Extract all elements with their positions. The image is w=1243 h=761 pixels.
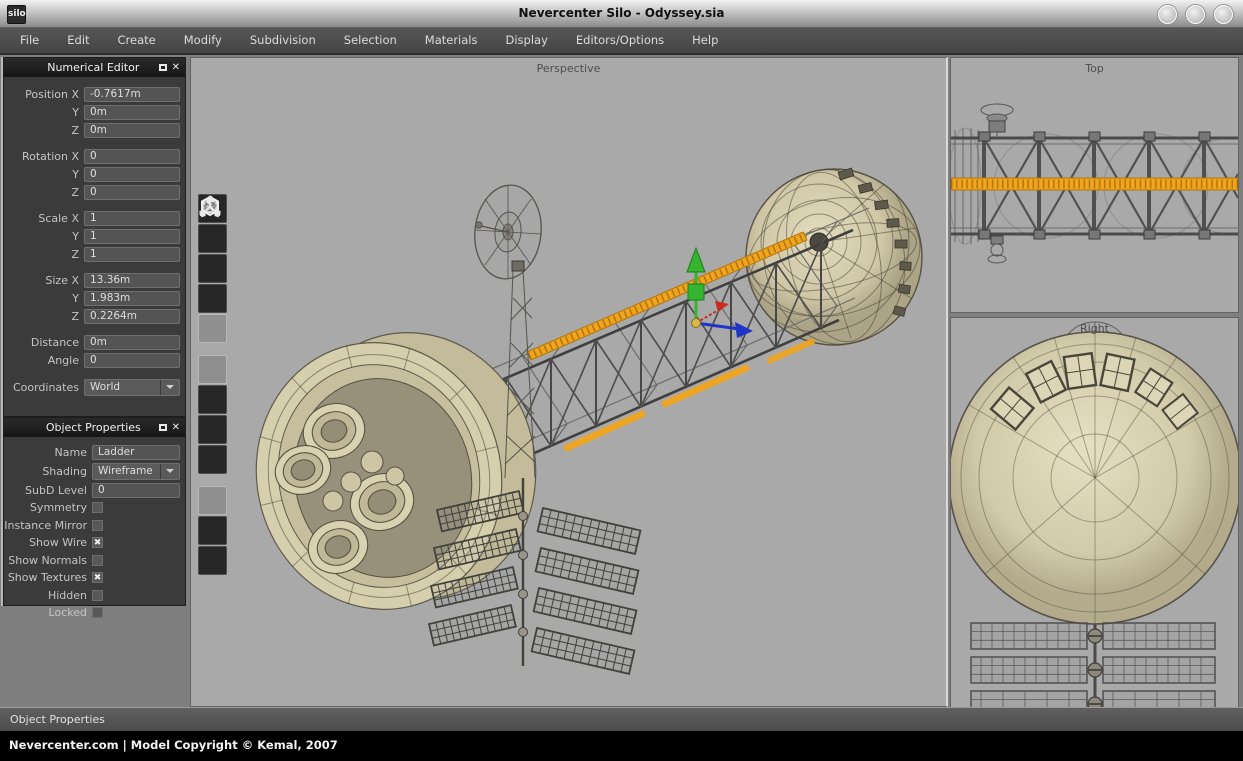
maximize-button[interactable] — [1186, 5, 1205, 24]
size-x-field[interactable]: 13.36m — [84, 273, 180, 288]
menu-materials[interactable]: Materials — [411, 28, 492, 53]
select-rect-button[interactable] — [198, 516, 227, 545]
spaceship-model-right — [951, 318, 1238, 707]
hidden-checkbox[interactable] — [92, 590, 103, 601]
title-bar[interactable]: silo Nevercenter Silo - Odyssey.sia — [0, 0, 1243, 28]
solar-panels-right-view — [971, 623, 1215, 707]
footer-text: Nevercenter.com | Model Copyright © Kema… — [9, 738, 338, 752]
position-y-field[interactable]: 0m — [84, 105, 180, 120]
tool-scale-button[interactable] — [198, 415, 227, 444]
ladder-top-view — [951, 178, 1238, 190]
tool-rotate-button[interactable] — [198, 385, 227, 414]
select-object-button[interactable] — [198, 284, 227, 313]
rotation-y-field[interactable]: 0 — [84, 167, 180, 182]
close-button[interactable] — [1214, 5, 1233, 24]
show-wire-checkbox[interactable]: ✖ — [92, 537, 103, 548]
viewport-toolbar — [198, 194, 228, 587]
select-lasso-button[interactable] — [198, 546, 227, 575]
panel-title: Numerical Editor — [4, 61, 159, 74]
chevron-down-icon — [160, 464, 179, 479]
rotation-z-field[interactable]: 0 — [84, 185, 180, 200]
window-title: Nevercenter Silo - Odyssey.sia — [0, 6, 1243, 20]
locked-checkbox[interactable] — [92, 607, 103, 618]
status-text: Object Properties — [10, 713, 105, 726]
menu-editors-options[interactable]: Editors/Options — [562, 28, 678, 53]
right-viewport-label: Right — [951, 322, 1238, 335]
menu-edit[interactable]: Edit — [53, 28, 103, 53]
status-bar: Object Properties — [0, 707, 1243, 731]
coordinates-dropdown[interactable]: World — [84, 379, 180, 396]
object-properties-header[interactable]: Object Properties ✕ — [4, 418, 185, 437]
select-paint-button[interactable] — [198, 486, 227, 515]
footer-bar: Nevercenter.com | Model Copyright © Kema… — [0, 731, 1243, 761]
tool-move-button[interactable] — [198, 355, 227, 384]
select-face-button[interactable] — [198, 254, 227, 283]
size-z-field[interactable]: 0.2264m — [84, 309, 180, 324]
panel-minimize-icon[interactable] — [159, 424, 167, 431]
chevron-down-icon — [160, 380, 179, 395]
menu-selection[interactable]: Selection — [330, 28, 411, 53]
rotation-x-field[interactable]: 0 — [84, 149, 180, 164]
tool-universal-button[interactable] — [198, 445, 227, 474]
spaceship-model-perspective — [191, 58, 949, 708]
menu-subdivision[interactable]: Subdivision — [236, 28, 330, 53]
right-viewport[interactable]: Right — [950, 317, 1239, 708]
panel-close-icon[interactable]: ✕ — [172, 423, 180, 433]
perspective-viewport[interactable]: Perspective — [190, 57, 948, 707]
select-edge-button[interactable] — [198, 224, 227, 253]
menu-file[interactable]: File — [6, 28, 53, 53]
spaceship-model-top — [951, 58, 1238, 312]
top-viewport[interactable]: Top — [950, 57, 1239, 313]
numerical-editor-header[interactable]: Numerical Editor ✕ — [4, 58, 185, 77]
position-z-field[interactable]: 0m — [84, 123, 180, 138]
menu-bar: File Edit Create Modify Subdivision Sele… — [0, 28, 1243, 55]
sphere-right-view — [951, 332, 1238, 624]
select-multi-button[interactable] — [198, 314, 227, 343]
position-x-field[interactable]: -0.7617m — [84, 87, 180, 102]
top-viewport-label: Top — [951, 62, 1238, 75]
scale-z-field[interactable]: 1 — [84, 247, 180, 262]
panel-close-icon[interactable]: ✕ — [172, 63, 180, 73]
show-textures-checkbox[interactable]: ✖ — [92, 572, 103, 583]
shading-dropdown[interactable]: Wireframe — [92, 463, 180, 480]
menu-modify[interactable]: Modify — [170, 28, 236, 53]
instance-mirror-checkbox[interactable] — [92, 520, 103, 531]
scale-x-field[interactable]: 1 — [84, 211, 180, 226]
angle-field[interactable]: 0 — [84, 353, 180, 368]
numerical-editor-panel: Numerical Editor ✕ Position X-0.7617m Y0… — [3, 57, 186, 417]
object-properties-panel: Object Properties ✕ NameLadder Shading W… — [3, 417, 186, 606]
panel-minimize-icon[interactable] — [159, 64, 167, 71]
menu-display[interactable]: Display — [491, 28, 561, 53]
menu-help[interactable]: Help — [678, 28, 732, 53]
show-normals-checkbox[interactable] — [92, 555, 103, 566]
menu-create[interactable]: Create — [104, 28, 170, 53]
size-y-field[interactable]: 1.983m — [84, 291, 180, 306]
subd-level-field[interactable]: 0 — [92, 483, 180, 498]
distance-field[interactable]: 0m — [84, 335, 180, 350]
scale-y-field[interactable]: 1 — [84, 229, 180, 244]
minimize-button[interactable] — [1158, 5, 1177, 24]
panel-title: Object Properties — [4, 421, 159, 434]
object-name-field[interactable]: Ladder — [92, 445, 180, 460]
symmetry-checkbox[interactable] — [92, 502, 103, 513]
perspective-viewport-label: Perspective — [191, 62, 946, 75]
